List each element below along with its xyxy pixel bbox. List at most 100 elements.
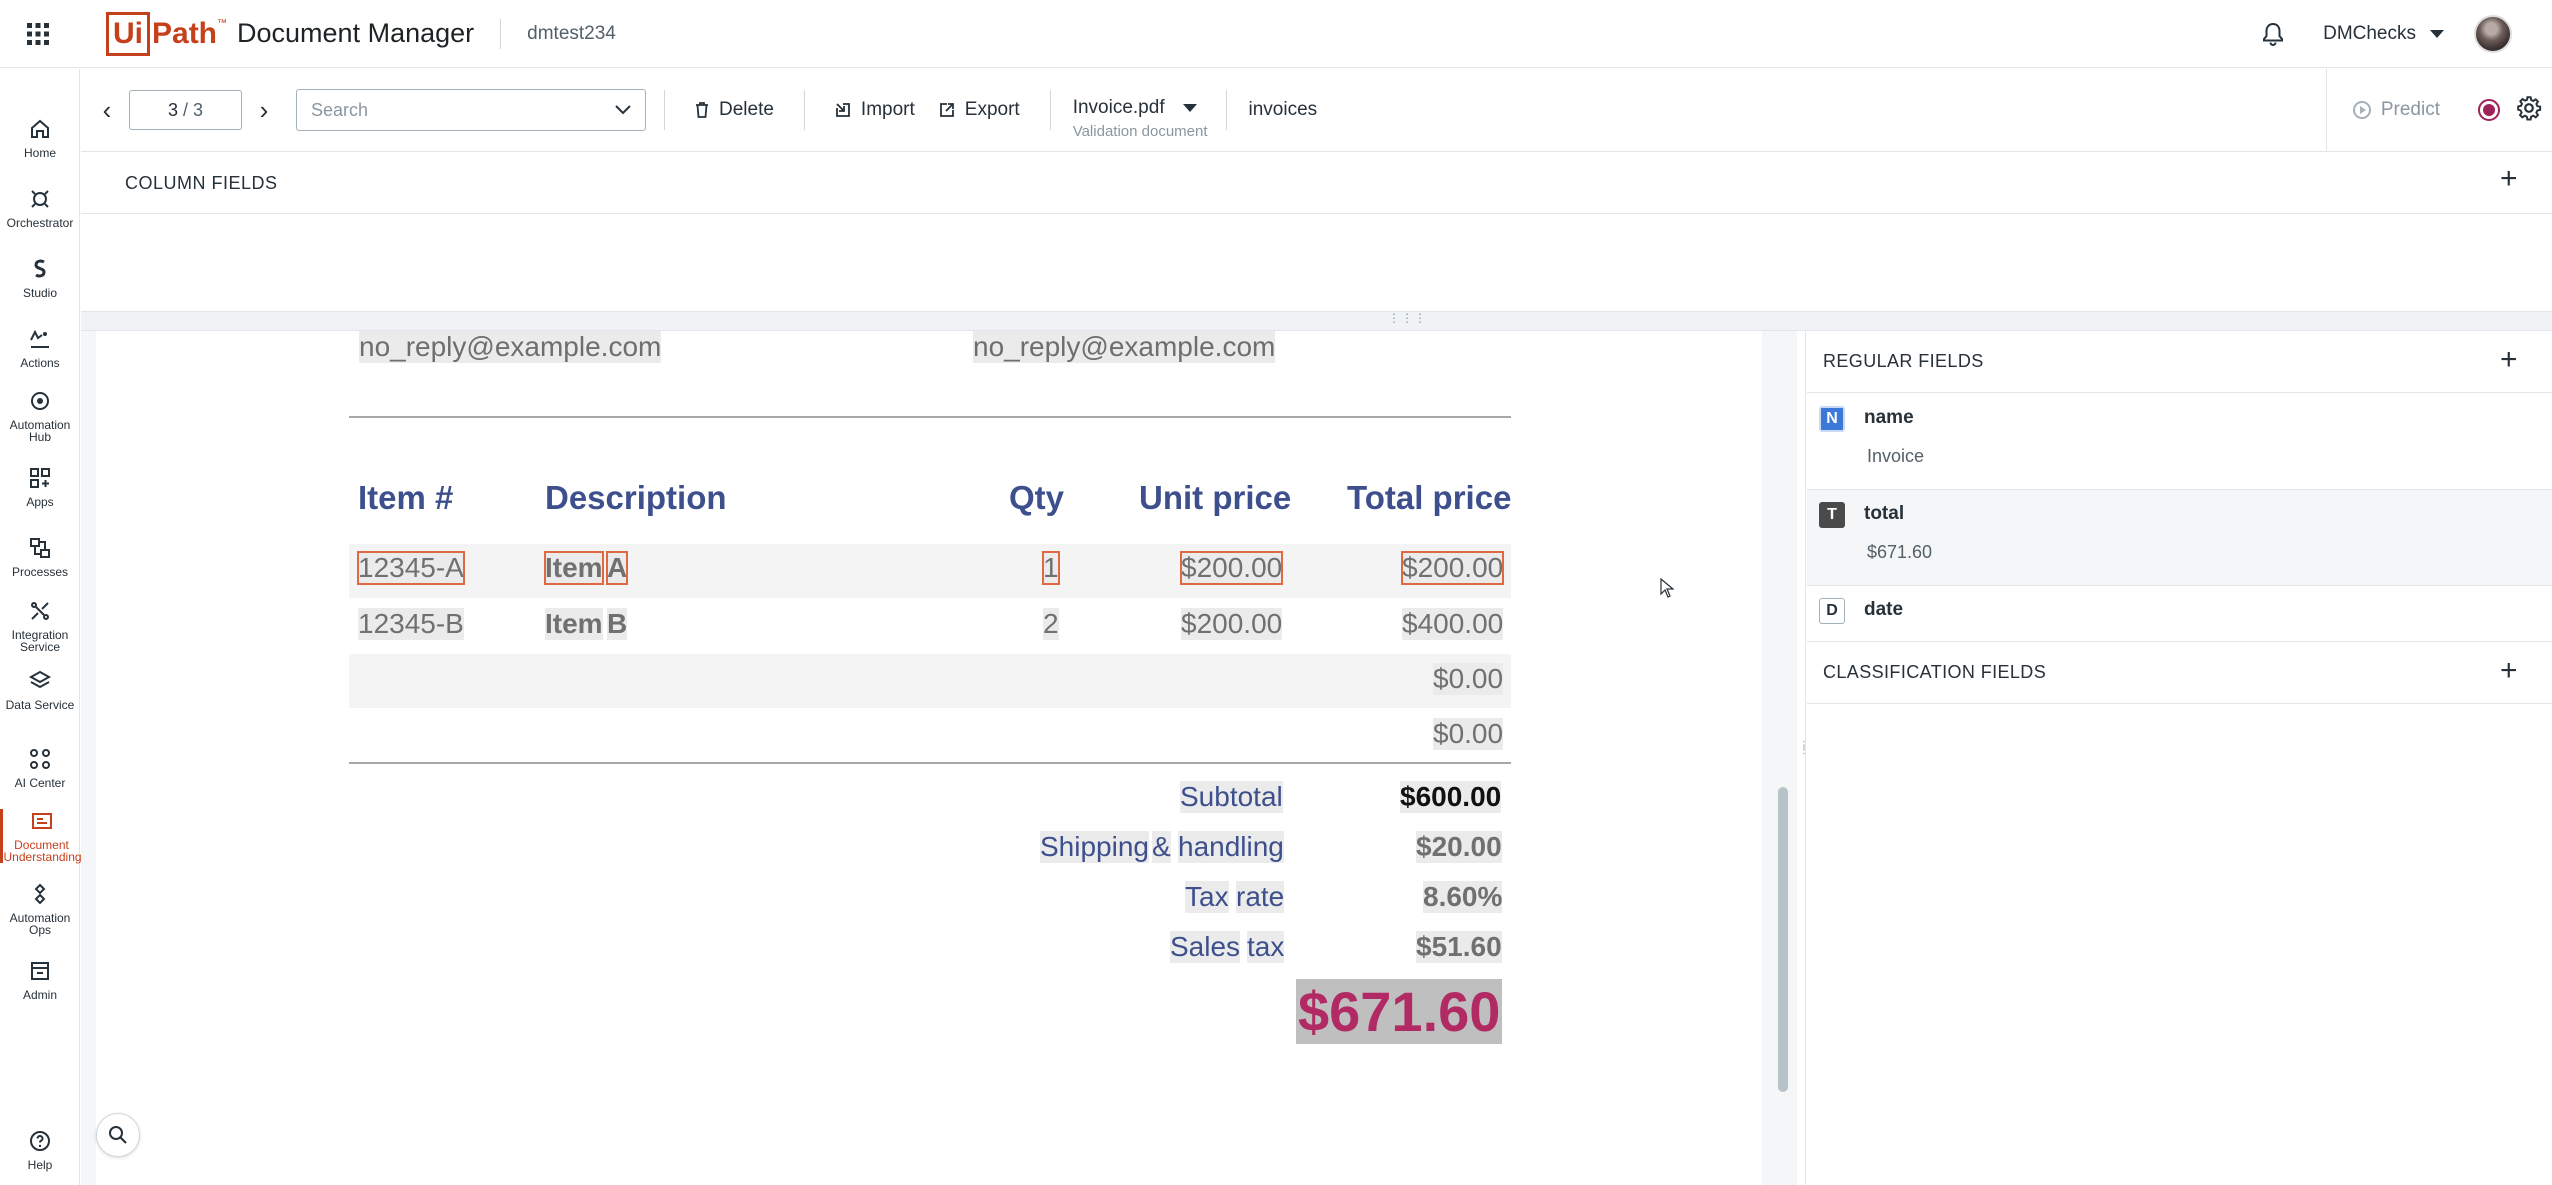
nav-integration-service[interactable]: Integration Service: [0, 599, 80, 653]
nav-label: Document Understanding: [3, 838, 82, 864]
nav-automation-hub[interactable]: Automation Hub: [0, 389, 80, 443]
shipping-label-word-1: Shipping: [1040, 831, 1149, 863]
uipath-logo[interactable]: Ui Path ™ Document Manager: [106, 11, 474, 56]
cell-description-letter[interactable]: A: [605, 551, 629, 585]
document-viewer[interactable]: no_reply@example.com no_reply@example.co…: [81, 331, 1797, 1185]
grand-total[interactable]: $671.60: [1296, 979, 1503, 1044]
cell-unit-price[interactable]: $200.00: [1179, 551, 1284, 585]
search-dropdown[interactable]: Search: [296, 89, 646, 131]
orchestrator-icon: [31, 190, 49, 208]
field-type-badge: N: [1819, 406, 1845, 432]
email-right: no_reply@example.com: [973, 331, 1276, 363]
field-value[interactable]: Invoice: [1867, 446, 1924, 467]
import-label: Import: [860, 99, 915, 120]
previous-page-chevron-left-icon[interactable]: ‹: [85, 88, 129, 132]
import-icon: [836, 103, 850, 117]
divider: [349, 762, 1511, 764]
horizontal-splitter[interactable]: ⋮⋮⋮: [81, 311, 2552, 331]
automation-ops-icon: [34, 883, 46, 905]
cell-description-word[interactable]: Item: [544, 551, 604, 585]
divider: [803, 90, 805, 130]
app-launcher-icon[interactable]: [0, 0, 76, 68]
nav-document-understanding[interactable]: Document Understanding: [0, 809, 82, 864]
field-row-name[interactable]: N name Invoice: [1807, 394, 2552, 490]
nav-help[interactable]: Help: [0, 1129, 80, 1171]
admin-icon: [31, 962, 49, 980]
document-type[interactable]: invoices: [1245, 99, 1318, 121]
trash-icon: [696, 102, 708, 118]
next-page-chevron-right-icon[interactable]: ›: [242, 88, 286, 132]
shipping-label-ampersand: &: [1152, 831, 1171, 863]
field-row-total[interactable]: T total $671.60: [1807, 490, 2552, 586]
document-toolbar: ‹ 3 / 3 › Search Delete Import Export In…: [81, 69, 2552, 152]
export-label: Export: [964, 99, 1020, 120]
mouse-cursor-icon: [1660, 577, 1675, 603]
search-placeholder: Search: [311, 99, 369, 120]
nav-label: AI Center: [14, 776, 66, 790]
cell-qty[interactable]: 1: [1042, 551, 1060, 585]
scrollbar-thumb[interactable]: [1778, 787, 1788, 1092]
nav-ai-center[interactable]: AI Center: [0, 747, 80, 789]
file-name: Invoice.pdf: [1072, 96, 1165, 118]
logo-box: Ui: [106, 11, 150, 56]
vertical-splitter[interactable]: ⋮ ⋮: [1797, 331, 1809, 1185]
predict-label: Predict: [2380, 99, 2440, 120]
gear-icon[interactable]: [2516, 95, 2542, 126]
sales-tax-label-word-1: Sales: [1170, 931, 1241, 963]
nav-actions[interactable]: Actions: [0, 327, 80, 369]
col-header-description: Description: [545, 479, 727, 516]
account-name: DMChecks: [2323, 22, 2416, 44]
cell-total-price[interactable]: $200.00: [1400, 551, 1505, 585]
nav-label: Home: [23, 146, 56, 160]
avatar[interactable]: [2474, 14, 2512, 53]
field-row-date[interactable]: D date: [1807, 586, 2552, 642]
predict-button[interactable]: Predict: [2325, 69, 2466, 151]
shipping-value: $20.00: [1416, 831, 1502, 863]
zoom-search-icon[interactable]: [96, 1113, 140, 1157]
tenant-name[interactable]: dmtest234: [527, 23, 616, 45]
nav-admin[interactable]: Admin: [0, 959, 80, 1001]
col-header-total-price: Total price: [1347, 479, 1512, 516]
delete-button[interactable]: Delete: [683, 99, 786, 121]
cell-item: 12345-B: [358, 608, 464, 640]
sales-tax-value: $51.60: [1416, 931, 1502, 963]
add-classification-field-plus-icon[interactable]: +: [2500, 654, 2518, 688]
nav-label: Integration Service: [11, 628, 69, 654]
nav-data-service[interactable]: Data Service: [0, 669, 80, 711]
nav-automation-ops[interactable]: Automation Ops: [0, 882, 80, 936]
notifications-bell-icon[interactable]: [2253, 14, 2293, 54]
nav-orchestrator[interactable]: Orchestrator: [0, 187, 80, 229]
add-regular-field-plus-icon[interactable]: +: [2500, 343, 2518, 377]
chevron-down-icon: [2430, 29, 2444, 38]
nav-label: Automation Hub: [9, 418, 71, 444]
studio-icon: [34, 259, 46, 278]
play-circle-icon: [2352, 101, 2371, 119]
nav-studio[interactable]: Studio: [0, 257, 80, 299]
record-icon[interactable]: [2478, 99, 2500, 121]
divider: [500, 18, 502, 49]
col-header-unit-price: Unit price: [1139, 479, 1292, 516]
data-service-icon: [28, 670, 52, 689]
classification-fields-title: CLASSIFICATION FIELDS: [1823, 662, 2047, 682]
import-button[interactable]: Import: [823, 99, 927, 121]
current-page: 3: [167, 99, 178, 120]
cell-item[interactable]: 12345-A: [357, 551, 465, 585]
field-value[interactable]: $671.60: [1867, 542, 1932, 563]
table-row-bg: [349, 544, 1511, 598]
document-page: no_reply@example.com no_reply@example.co…: [96, 331, 1762, 1185]
nav-home[interactable]: Home: [0, 117, 80, 159]
tax-rate-label-word-1: Tax: [1185, 881, 1229, 913]
nav-label: Studio: [22, 286, 58, 300]
cell-total-price: $400.00: [1402, 608, 1504, 640]
divider: [349, 416, 1511, 418]
page-number-input[interactable]: 3 / 3: [129, 90, 242, 130]
classification-fields-header: CLASSIFICATION FIELDS: [1807, 642, 2552, 704]
nav-processes[interactable]: Processes: [0, 536, 80, 578]
account-menu[interactable]: DMChecks: [2323, 23, 2444, 45]
export-button[interactable]: Export: [927, 99, 1032, 121]
document-file-selector[interactable]: Invoice.pdf Validation document: [1069, 97, 1208, 140]
delete-label: Delete: [719, 99, 774, 120]
nav-apps[interactable]: Apps: [0, 466, 80, 508]
add-column-field-plus-icon[interactable]: +: [2500, 162, 2518, 196]
nav-label: Automation Ops: [9, 911, 71, 937]
